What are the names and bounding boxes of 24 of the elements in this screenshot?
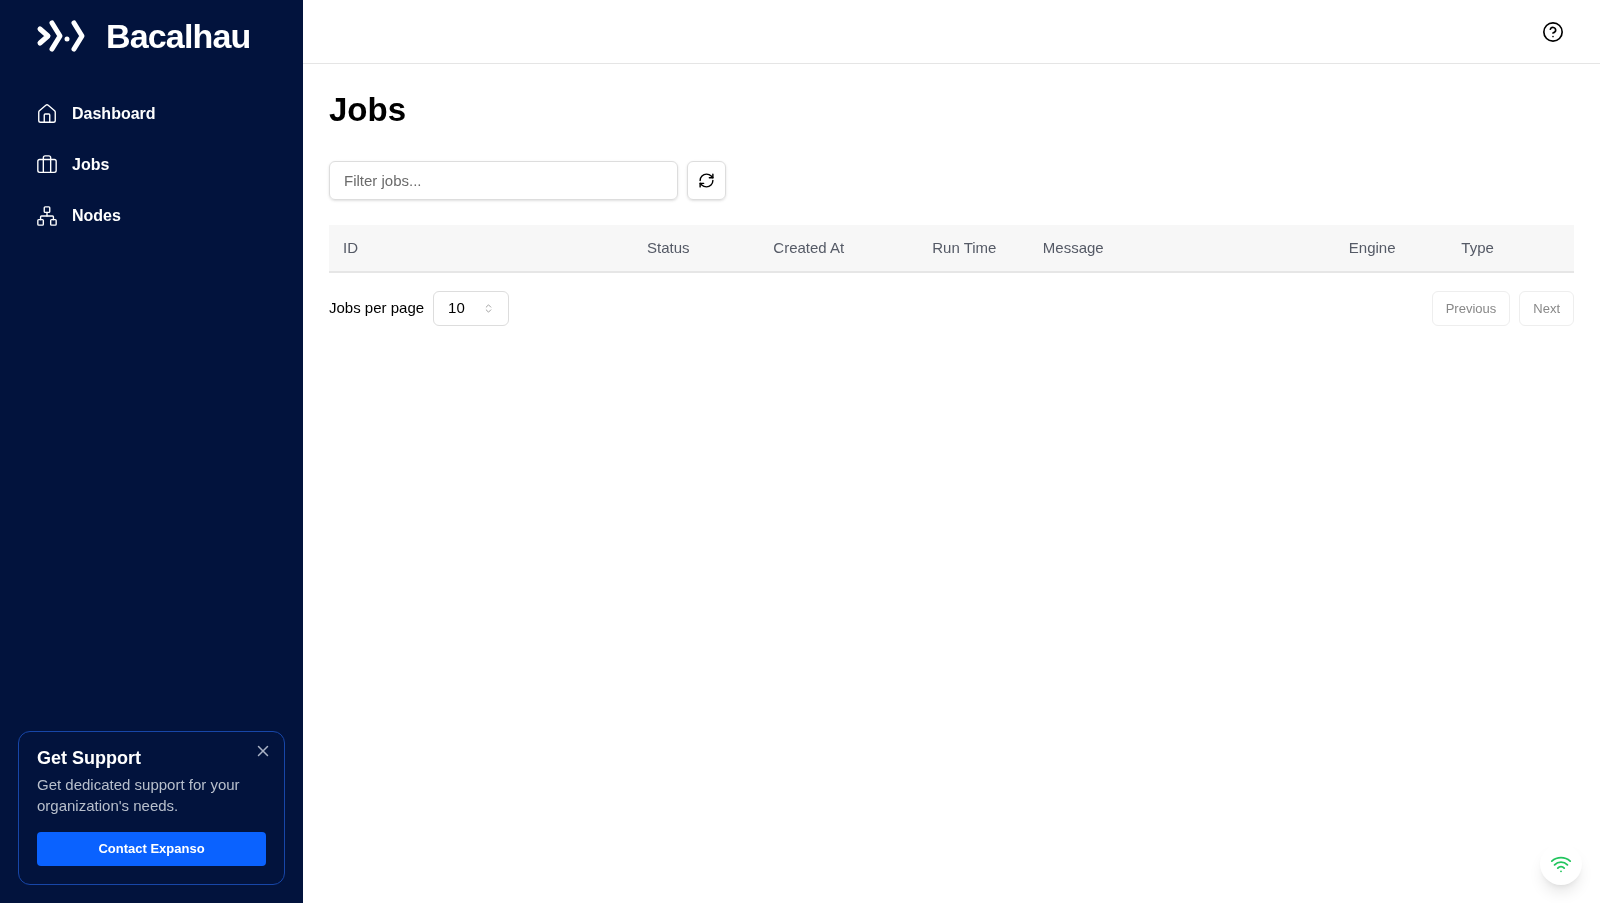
- briefcase-icon: [36, 153, 58, 176]
- help-icon[interactable]: [1542, 20, 1564, 43]
- per-page-label: Jobs per page: [329, 298, 425, 319]
- refresh-icon: [698, 172, 715, 189]
- nav-item[interactable]: Nodes: [36, 202, 267, 229]
- column-header: Status: [647, 239, 690, 256]
- column-header: Run Time: [932, 239, 997, 256]
- page-title: Jobs: [329, 90, 408, 130]
- support-title: Get Support: [37, 747, 141, 770]
- per-page-select[interactable]: 10: [433, 291, 510, 326]
- filter-field[interactable]: Filter jobs...: [329, 161, 678, 200]
- column-header: Type: [1461, 239, 1494, 256]
- contact-button[interactable]: Contact Expanso: [37, 832, 266, 866]
- nav-item[interactable]: Jobs: [36, 151, 267, 178]
- column-header: Engine: [1348, 239, 1396, 256]
- column-header: ID: [343, 239, 358, 256]
- column-header: Message: [1042, 239, 1104, 256]
- brand-name: Bacalhau: [106, 19, 251, 53]
- column-header: Created At: [773, 239, 845, 256]
- nav-item[interactable]: Dashboard: [36, 100, 267, 127]
- network-icon: [36, 204, 58, 227]
- support-text: Get dedicated support for your organization's needs.: [37, 775, 241, 816]
- refresh-button[interactable]: [687, 161, 726, 200]
- home-icon: [36, 102, 58, 125]
